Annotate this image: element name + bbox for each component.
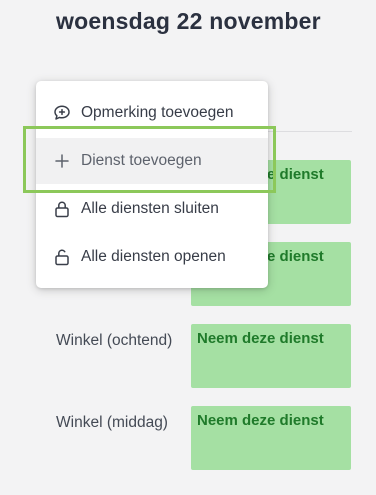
lock-open-icon [52, 247, 72, 267]
comment-plus-icon [52, 103, 72, 123]
take-shift-button[interactable]: Neem deze dienst [191, 324, 351, 388]
take-shift-button[interactable]: Neem deze dienst [191, 406, 351, 470]
lock-closed-icon [52, 199, 72, 219]
menu-item-add-comment[interactable]: Opmerking toevoegen [36, 90, 268, 136]
menu-item-label: Alle diensten openen [81, 248, 226, 265]
menu-item-open-all-shifts[interactable]: Alle diensten openen [36, 234, 268, 280]
row-label-winkel-middag: Winkel (middag) [56, 414, 168, 431]
menu-item-add-shift[interactable]: Dienst toevoegen [36, 138, 268, 184]
menu-item-label: Alle diensten sluiten [81, 200, 219, 217]
context-menu: Opmerking toevoegen Dienst toevoegen All… [36, 81, 268, 288]
header-divider [262, 131, 352, 132]
menu-item-close-all-shifts[interactable]: Alle diensten sluiten [36, 186, 268, 232]
page-title: woensdag 22 november [56, 8, 321, 34]
plus-icon [52, 151, 72, 171]
row-label-winkel-ochtend: Winkel (ochtend) [56, 332, 173, 349]
menu-item-label: Opmerking toevoegen [81, 104, 234, 121]
menu-item-label: Dienst toevoegen [81, 152, 202, 169]
